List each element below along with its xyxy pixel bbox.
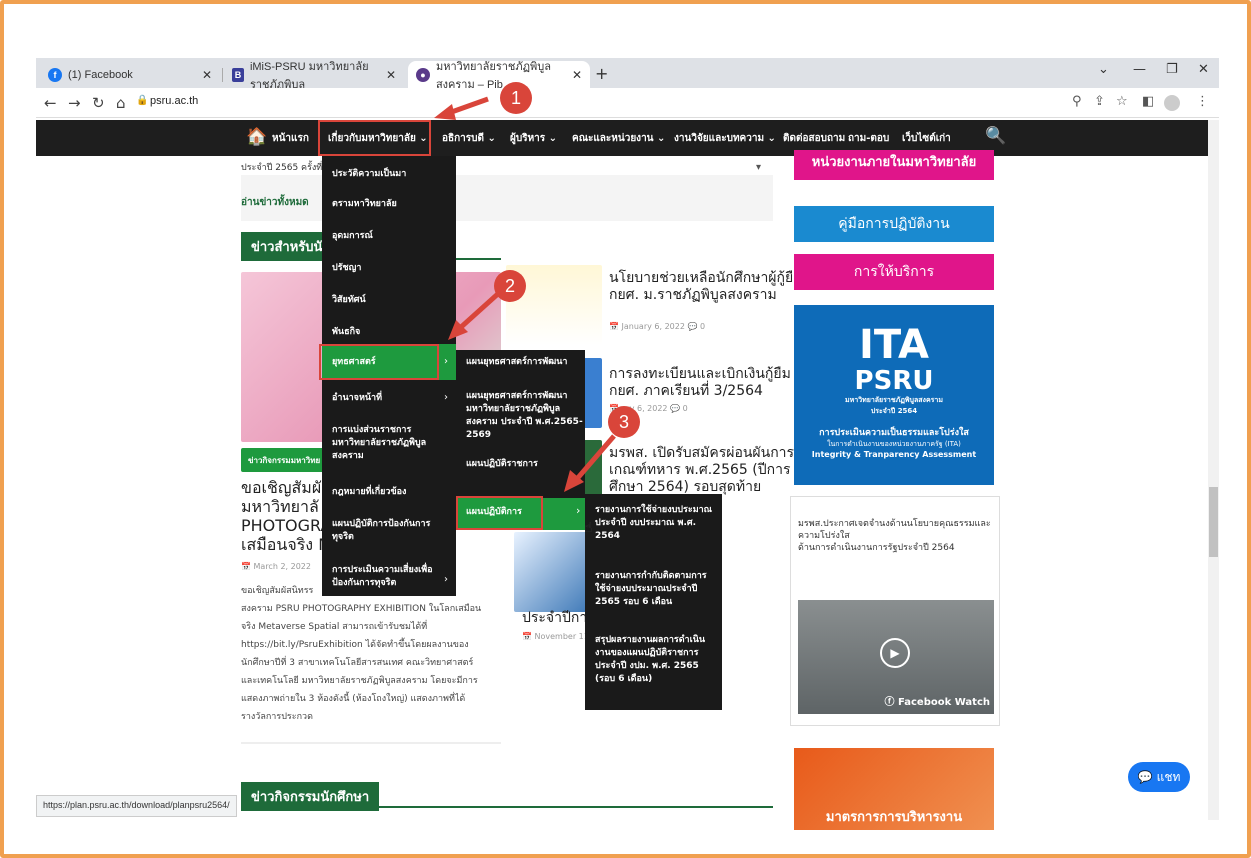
arrow-2-line — [458, 290, 502, 330]
reload-icon[interactable]: ↻ — [92, 94, 105, 112]
imis-icon: B — [232, 67, 244, 82]
tab-facebook[interactable]: f (1) Facebook ✕ — [40, 61, 220, 88]
facebook-icon: f — [48, 67, 62, 82]
back-icon[interactable]: ← — [44, 94, 57, 112]
website-content: 🏠 หน้าแรก เกี่ยวกับมหาวิทยาลัย ⌄ อธิการบ… — [36, 120, 1208, 830]
arrow-3-line — [574, 434, 616, 482]
browser-tab-bar: f (1) Facebook ✕ B iMiS-PSRU มหาวิทยาลัย… — [36, 58, 1219, 91]
url-field[interactable]: psru.ac.th — [150, 95, 198, 107]
close-tab-icon[interactable]: ✕ — [202, 68, 212, 82]
tab-separator — [222, 68, 223, 82]
new-tab-button[interactable]: + — [595, 64, 608, 83]
minimize-icon[interactable]: — — [1133, 62, 1146, 77]
tab-label: (1) Facebook — [68, 68, 133, 81]
address-bar: ← → ↻ ⌂ 🔒 psru.ac.th ⚲ ⇪ ☆ ◧ ⋮ — [36, 88, 1219, 118]
status-bar-url: https://plan.psru.ac.th/download/planpsr… — [36, 795, 237, 817]
psru-icon: ● — [416, 67, 430, 82]
profile-avatar[interactable] — [1164, 95, 1180, 111]
home-icon[interactable]: ⌂ — [116, 94, 126, 112]
annotation-arrows — [448, 290, 616, 492]
close-tab-icon[interactable]: ✕ — [572, 68, 582, 82]
sidepanel-icon[interactable]: ◧ — [1142, 94, 1154, 109]
lock-icon: 🔒 — [136, 95, 149, 106]
zoom-icon[interactable]: ⚲ — [1072, 94, 1082, 109]
tab-search-icon[interactable]: ⌄ — [1098, 62, 1109, 77]
share-icon[interactable]: ⇪ — [1094, 94, 1105, 109]
close-tab-icon[interactable]: ✕ — [386, 68, 396, 82]
tab-psru[interactable]: ● มหาวิทยาลัยราชภัฏพิบูลสงคราม – Pib ✕ — [408, 61, 590, 91]
restore-icon[interactable]: ❐ — [1166, 62, 1178, 77]
step-badge-1-overlay: 1 — [500, 82, 532, 114]
vertical-scrollbar[interactable] — [1208, 120, 1219, 820]
scrollbar-thumb[interactable] — [1209, 487, 1218, 557]
forward-icon[interactable]: → — [68, 94, 81, 112]
bookmark-star-icon[interactable]: ☆ — [1116, 94, 1128, 109]
menu-kebab-icon[interactable]: ⋮ — [1196, 94, 1209, 109]
close-window-icon[interactable]: ✕ — [1198, 62, 1209, 77]
tab-imis[interactable]: B iMiS-PSRU มหาวิทยาลัยราชภัฏพิบูล ✕ — [224, 61, 404, 91]
